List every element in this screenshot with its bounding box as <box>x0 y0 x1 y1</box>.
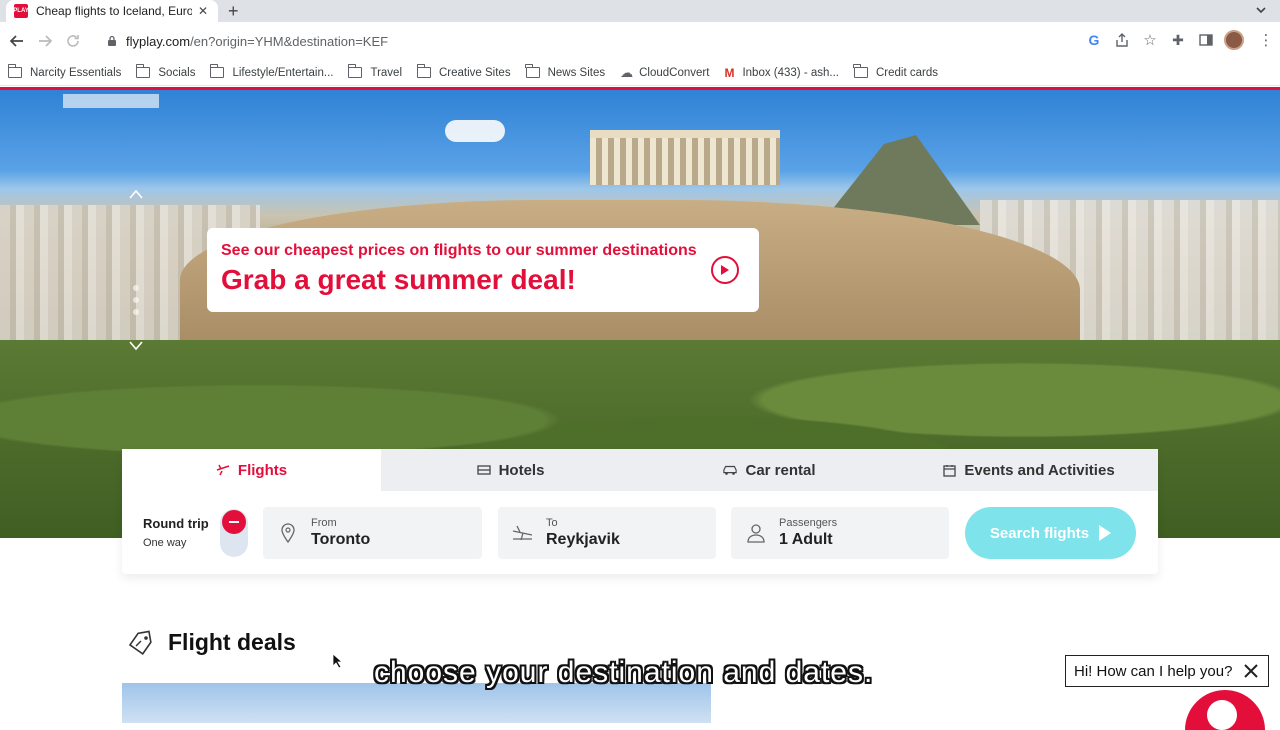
tab-close-icon[interactable]: ✕ <box>196 4 210 18</box>
bookmarks-bar: Narcity Essentials Socials Lifestyle/Ent… <box>0 60 1280 86</box>
folder-icon <box>525 64 540 78</box>
carousel-dot[interactable] <box>133 297 139 303</box>
chat-mascot-avatar[interactable] <box>1185 690 1265 730</box>
price-tag-icon <box>128 630 152 655</box>
trip-type-toggle[interactable] <box>220 509 248 557</box>
tab-title: Cheap flights to Iceland, Europe <box>36 4 192 18</box>
from-label: From <box>311 517 337 529</box>
search-flights-button[interactable]: Search flights <box>965 507 1136 559</box>
bookmark-item[interactable]: Lifestyle/Entertain... <box>209 64 333 79</box>
reload-icon[interactable] <box>62 30 84 52</box>
passengers-label: Passengers <box>779 517 838 529</box>
folder-icon <box>853 64 868 78</box>
bed-icon <box>476 464 491 476</box>
cloud-icon: ☁ <box>620 64 634 80</box>
passengers-value: 1 Adult <box>779 531 833 548</box>
bookmark-item[interactable]: Credit cards <box>853 64 938 79</box>
toggle-knob <box>222 510 246 534</box>
carousel-dots <box>133 285 139 315</box>
arrow-play-icon <box>1099 525 1112 541</box>
trip-type: Round trip One way <box>143 516 209 549</box>
bookmark-star-icon[interactable]: ☆ <box>1140 30 1160 50</box>
folder-icon <box>347 64 363 78</box>
hero-parthenon <box>590 130 780 185</box>
carousel-up-chevron-icon[interactable] <box>128 188 144 200</box>
address-bar[interactable]: flyplay.com/en?origin=YHM&destination=KE… <box>98 28 1158 54</box>
to-value: Reykjavik <box>546 531 620 548</box>
bookmark-item[interactable]: M Inbox (433) - ash... <box>724 66 839 80</box>
to-field[interactable]: To Reykjavik <box>498 507 716 559</box>
tab-search-chevron-icon[interactable] <box>1254 3 1268 17</box>
mouse-cursor-icon <box>332 653 344 669</box>
person-icon <box>745 522 767 544</box>
tab-flights[interactable]: Flights <box>122 449 381 491</box>
from-field[interactable]: From Toronto <box>263 507 482 559</box>
tab-car-rental[interactable]: Car rental <box>640 449 899 491</box>
url-text: flyplay.com/en?origin=YHM&destination=KE… <box>126 33 389 49</box>
google-icon[interactable]: G <box>1084 30 1104 50</box>
play-icon[interactable] <box>711 256 739 284</box>
back-icon[interactable] <box>6 30 28 52</box>
tab-events-activities[interactable]: Events and Activities <box>899 449 1158 491</box>
profile-avatar[interactable] <box>1224 30 1244 50</box>
extensions-icon[interactable]: ✚ <box>1168 30 1188 50</box>
folder-icon <box>7 64 22 78</box>
lock-icon[interactable] <box>106 35 118 47</box>
close-icon[interactable] <box>1244 664 1258 678</box>
carousel-down-chevron-icon[interactable] <box>128 340 144 352</box>
promo-title: Grab a great summer deal! <box>221 264 576 295</box>
search-tabs: Flights Hotels Car rental Events and Act… <box>122 449 1158 491</box>
browser-toolbar: flyplay.com/en?origin=YHM&destination=KE… <box>0 22 1280 60</box>
flight-search-card: Flights Hotels Car rental Events and Act… <box>122 449 1158 574</box>
bookmark-item[interactable]: Socials <box>135 64 195 79</box>
browser-tab[interactable]: PLAY Cheap flights to Iceland, Europe ✕ <box>6 0 218 22</box>
location-pin-icon <box>277 522 299 544</box>
menu-kebab-icon[interactable]: ⋮ <box>1256 30 1276 50</box>
browser-tabstrip: PLAY Cheap flights to Iceland, Europe ✕ … <box>0 0 1280 22</box>
header-nav-ghost <box>63 94 159 108</box>
bookmark-item[interactable]: News Sites <box>525 64 605 79</box>
carousel-dot[interactable] <box>133 285 139 291</box>
share-icon[interactable] <box>1112 30 1132 50</box>
bookmark-item[interactable]: Travel <box>347 64 402 79</box>
folder-icon <box>416 64 431 78</box>
chat-prompt[interactable]: Hi! How can I help you? <box>1065 655 1269 687</box>
gmail-icon: M <box>724 65 735 80</box>
flight-deals-heading: Flight deals <box>168 629 296 655</box>
folder-icon <box>135 64 151 78</box>
side-panel-icon[interactable] <box>1196 30 1216 50</box>
play-favicon-icon: PLAY <box>13 4 29 18</box>
tab-hotels[interactable]: Hotels <box>381 449 640 491</box>
plane-icon <box>216 464 230 476</box>
trip-round-option[interactable]: Round trip <box>143 516 209 531</box>
car-icon <box>723 464 738 476</box>
promo-card[interactable]: See our cheapest prices on flights to ou… <box>207 228 759 312</box>
bookmark-item[interactable]: ☁ CloudConvert <box>620 65 709 81</box>
carousel-dot[interactable] <box>133 309 139 315</box>
hero-cloud <box>445 120 505 142</box>
from-value: Toronto <box>311 531 371 548</box>
video-caption: choose your destination and dates. <box>374 656 874 689</box>
forward-icon[interactable] <box>34 30 56 52</box>
to-label: To <box>546 517 558 529</box>
promo-subtitle: See our cheapest prices on flights to ou… <box>221 242 697 259</box>
new-tab-icon[interactable]: + <box>228 1 239 22</box>
passengers-field[interactable]: Passengers 1 Adult <box>731 507 949 559</box>
plane-landing-icon <box>512 522 534 544</box>
bookmark-item[interactable]: Creative Sites <box>416 64 511 79</box>
bookmark-item[interactable]: Narcity Essentials <box>7 64 121 79</box>
trip-oneway-option[interactable]: One way <box>143 537 209 549</box>
folder-icon <box>209 64 225 78</box>
calendar-icon <box>942 464 956 477</box>
